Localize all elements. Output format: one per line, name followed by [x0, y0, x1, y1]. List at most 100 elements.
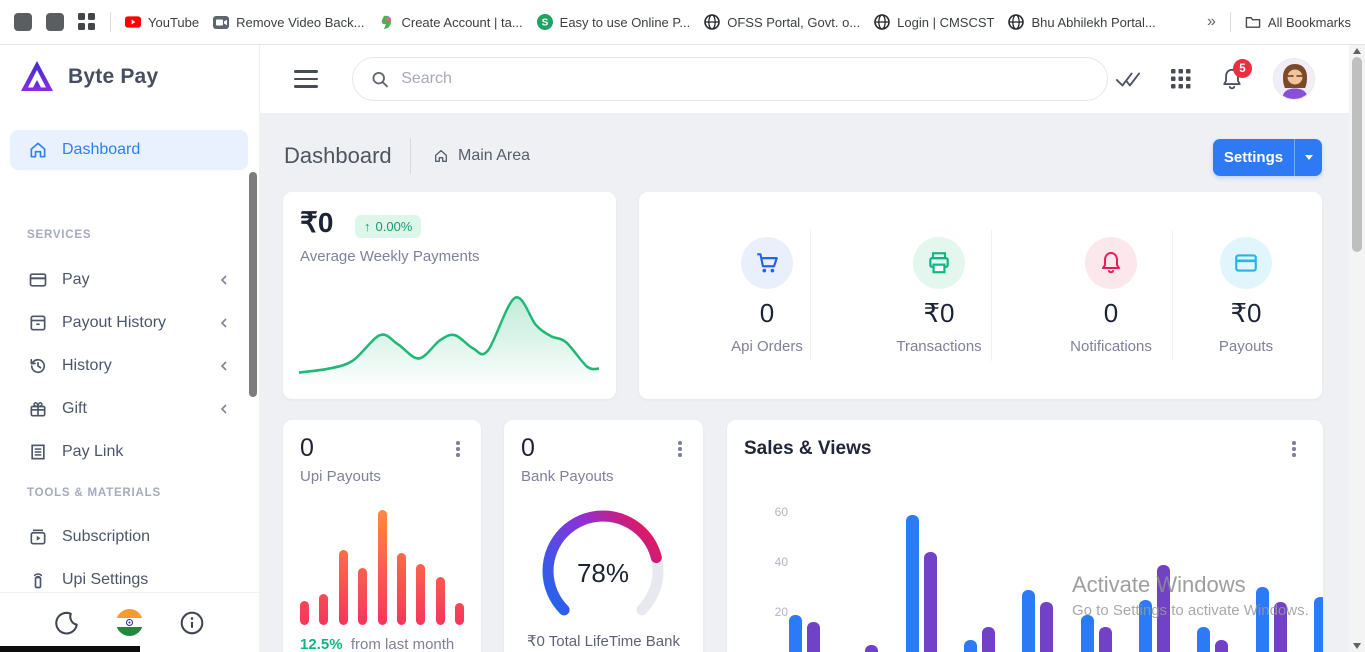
settings-button[interactable]: Settings: [1213, 139, 1322, 176]
globe-icon: [1008, 14, 1024, 30]
parrot-icon: [378, 14, 394, 30]
caret-down-icon: [1305, 155, 1313, 160]
upi-bar: [397, 553, 406, 625]
receipt-icon: [28, 442, 48, 462]
upi-bar: [319, 594, 328, 625]
sales-bar-group: [1022, 590, 1053, 652]
sidebar-item-history[interactable]: History: [10, 344, 248, 387]
sidebar-item-pay-link[interactable]: Pay Link: [10, 430, 248, 473]
sales-bar-views: [924, 552, 937, 652]
apps-grid-icon[interactable]: [1171, 69, 1191, 89]
scrollbar-thumb[interactable]: [1352, 57, 1362, 252]
info-icon[interactable]: [179, 610, 205, 636]
globe-icon: [874, 14, 890, 30]
sidebar-item-gift[interactable]: Gift: [10, 387, 248, 430]
bank-payouts-card: 0 Bank Payouts 78% ₹0 Total LifeTime Ban…: [504, 420, 703, 652]
bottom-edge-bar: [0, 646, 140, 652]
upi-bar: [436, 577, 445, 625]
bookmark-remove-video[interactable]: Remove Video Back...: [213, 14, 364, 30]
notifications-bell-icon[interactable]: 5: [1221, 67, 1243, 91]
browser-toolbar-square-icon[interactable]: [14, 13, 32, 31]
upi-bar: [358, 568, 367, 626]
credit-card-icon: [28, 270, 48, 290]
breadcrumb[interactable]: Main Area: [433, 147, 530, 165]
byte-pay-logo-icon: [18, 59, 56, 95]
kebab-menu-icon[interactable]: [449, 440, 467, 458]
gift-icon: [28, 399, 48, 419]
bookmark-create-account[interactable]: Create Account | ta...: [378, 14, 522, 30]
upi-bar: [455, 603, 464, 625]
section-label-tools: TOOLS & MATERIALS: [27, 487, 161, 499]
sales-bar-views: [1274, 602, 1287, 652]
bookmark-login-cmscst[interactable]: Login | CMSCST: [874, 14, 994, 30]
bookmark-online-p[interactable]: S Easy to use Online P...: [537, 14, 691, 30]
avatar[interactable]: [1273, 58, 1315, 100]
chevron-left-icon: [218, 403, 230, 415]
upi-remote-icon: [28, 570, 48, 590]
scroll-down-arrow-icon[interactable]: [1353, 643, 1361, 649]
bookmark-youtube[interactable]: YouTube: [125, 14, 199, 30]
all-bookmarks-button[interactable]: All Bookmarks: [1245, 14, 1351, 30]
sales-bar-sales: [1197, 627, 1210, 652]
y-axis-tick: 40: [760, 555, 788, 569]
kebab-menu-icon[interactable]: [1285, 440, 1303, 458]
folder-icon: [1245, 14, 1261, 30]
card-icon: [1220, 237, 1272, 289]
sidebar-item-pay[interactable]: Pay: [10, 258, 248, 301]
stat-api-orders: 0 Api Orders: [687, 192, 847, 399]
weekly-label: Average Weekly Payments: [300, 248, 480, 265]
hamburger-menu-icon[interactable]: [294, 70, 318, 88]
upi-value: 0: [300, 434, 314, 463]
svg-text:S: S: [541, 18, 548, 29]
settings-dropdown-caret[interactable]: [1294, 139, 1322, 176]
divider: [991, 230, 992, 361]
sales-bar-sales: [1022, 590, 1035, 652]
y-axis-tick: 60: [760, 505, 788, 519]
sidebar: Byte Pay Dashboard SERVICES Pay Payout H…: [0, 45, 260, 652]
upi-footer: 12.5% from last month: [300, 636, 454, 652]
page-title: Dashboard: [284, 143, 392, 169]
double-check-icon[interactable]: [1115, 70, 1141, 88]
sales-bar-chart: [789, 470, 1323, 652]
sales-bar-group: [964, 627, 995, 652]
stat-payouts: ₹0 Payouts: [1166, 192, 1322, 399]
sales-bar-views: [982, 627, 995, 652]
tab-groups-icon[interactable]: [78, 13, 96, 31]
browser-toolbar-square-icon[interactable]: [46, 13, 64, 31]
sales-bar-group: [1139, 565, 1170, 652]
sidebar-item-subscription[interactable]: Subscription: [10, 515, 248, 558]
dark-mode-moon-icon[interactable]: [54, 610, 80, 636]
sales-bar-sales: [964, 640, 977, 652]
home-breadcrumb-icon: [433, 148, 449, 164]
sidebar-item-dashboard[interactable]: Dashboard: [10, 130, 248, 170]
sidebar-item-payout-history[interactable]: Payout History: [10, 301, 248, 344]
brand[interactable]: Byte Pay: [18, 59, 158, 95]
upi-bar-chart: [300, 500, 464, 625]
search-box[interactable]: [352, 57, 1108, 101]
average-weekly-payments-card: ₹0 ↑ 0.00% Average Weekly Payments: [283, 192, 616, 399]
bookmark-bhu-abhilekh[interactable]: Bhu Abhilekh Portal...: [1008, 14, 1155, 30]
divider: [110, 12, 111, 32]
sales-bar-sales: [789, 615, 802, 652]
weekly-amount: ₹0: [300, 206, 333, 239]
divider: [810, 230, 811, 361]
india-flag-icon[interactable]: [116, 609, 143, 636]
sales-bar-sales: [1081, 615, 1094, 652]
globe-icon: [704, 14, 720, 30]
bookmark-ofss-portal[interactable]: OFSS Portal, Govt. o...: [704, 14, 860, 30]
history-clock-icon: [28, 356, 48, 376]
sales-title: Sales & Views: [744, 438, 871, 460]
bookmarks-overflow-chevron[interactable]: »: [1207, 13, 1216, 31]
gauge-percent-label: 78%: [528, 558, 678, 589]
video-tool-icon: [213, 14, 229, 30]
sales-bar-views: [807, 622, 820, 652]
kebab-menu-icon[interactable]: [671, 440, 689, 458]
weekly-area-fill: [299, 297, 599, 384]
sales-bar-group: [1256, 587, 1287, 652]
scroll-up-arrow-icon[interactable]: [1353, 48, 1361, 54]
section-label-services: SERVICES: [27, 229, 91, 241]
sidebar-scrollbar-thumb[interactable]: [249, 172, 257, 397]
search-input[interactable]: [401, 70, 1089, 88]
browser-scrollbar[interactable]: [1349, 45, 1365, 652]
sales-bar-group: [906, 515, 937, 652]
